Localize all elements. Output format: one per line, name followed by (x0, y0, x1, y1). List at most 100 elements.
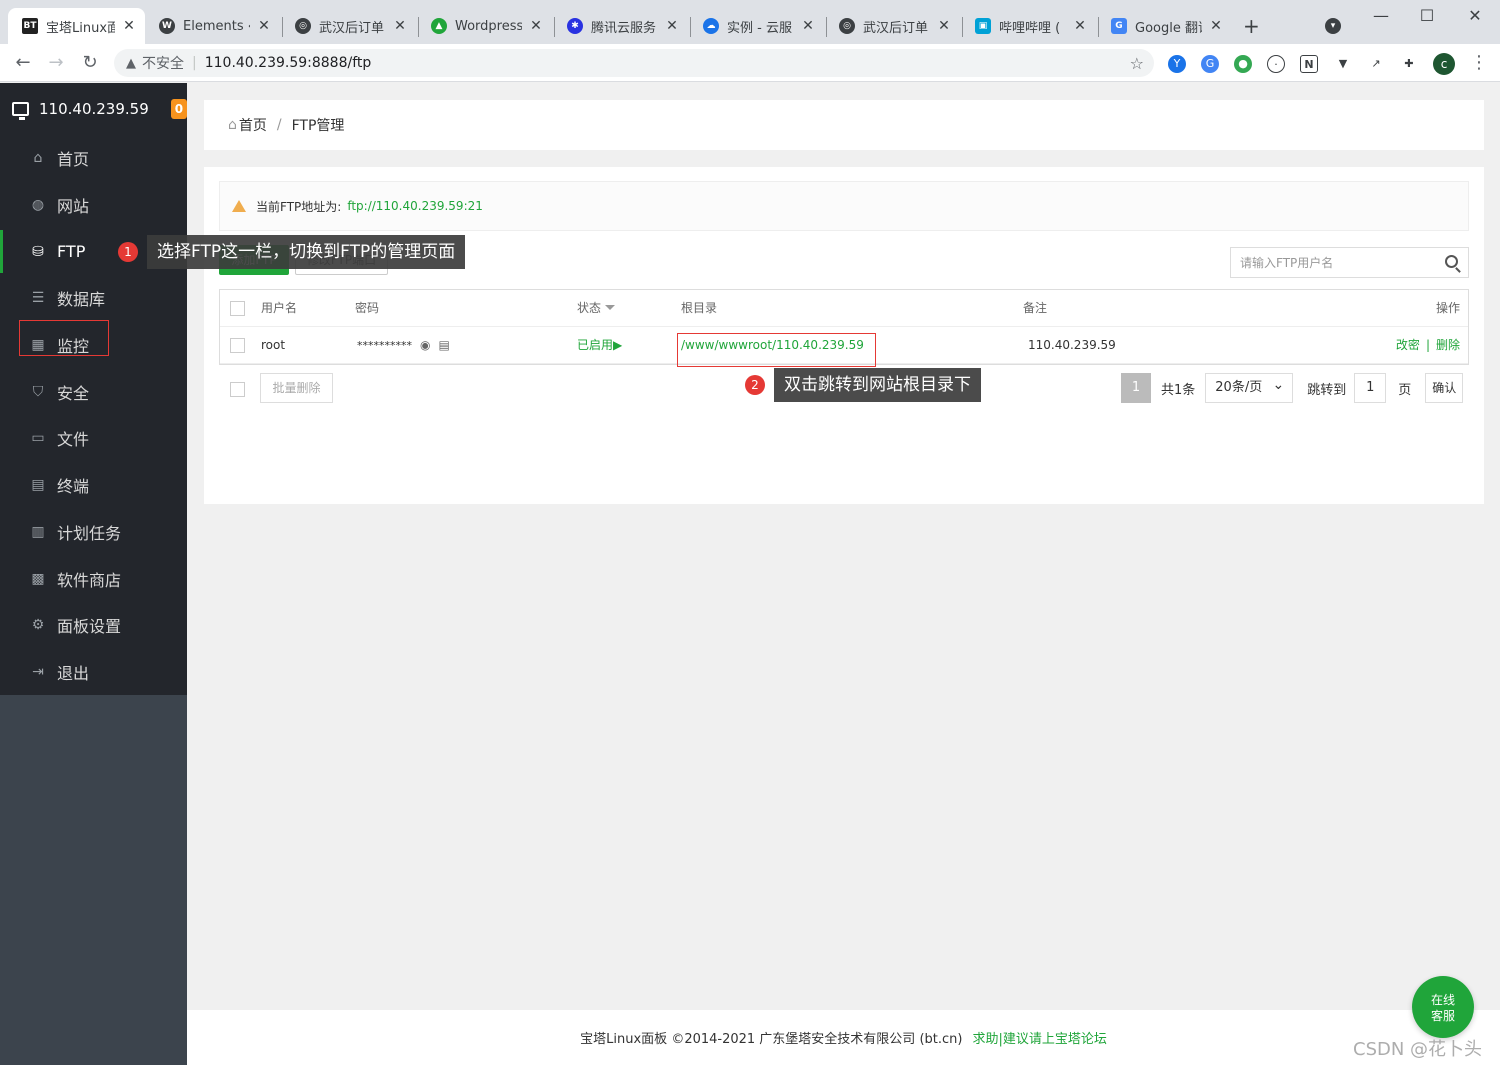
tab-elements[interactable]: W Elements ‹ ✕ (145, 8, 280, 44)
close-icon[interactable]: ✕ (800, 18, 816, 34)
ftp-table: 用户名 密码 状态 根目录 备注 操作 root ********** ◉ ▤ 已启… (219, 289, 1469, 367)
globe-icon: ◎ (295, 18, 311, 34)
forum-help-link[interactable]: 求助|建议请上宝塔论坛 (972, 1028, 1106, 1047)
extension-stats-icon[interactable]: ↗ (1367, 55, 1385, 73)
search-icon[interactable] (1445, 255, 1458, 268)
page-size-select[interactable]: 20条/页 (1205, 371, 1294, 403)
row-status[interactable]: 已启用▶ (577, 327, 622, 364)
close-icon[interactable]: ✕ (256, 18, 272, 34)
close-icon[interactable]: ✕ (1072, 18, 1088, 34)
sidebar-item-label: 计划任务 (57, 523, 122, 543)
close-icon[interactable]: ✕ (664, 18, 680, 34)
annotation-1-number: 1 (118, 242, 138, 262)
notion-icon[interactable]: N (1300, 55, 1318, 73)
sidebar-item-database[interactable]: ☰ 数据库 (0, 275, 187, 322)
gear-icon: ⚙ (31, 617, 45, 634)
extension-globe-icon[interactable]: ● (1234, 55, 1252, 73)
sidebar-item-globe[interactable]: ◍ 网站 (0, 182, 187, 229)
sidebar-item-shield[interactable]: ⛉ 安全 (0, 368, 187, 415)
paw-icon: ✱ (567, 18, 583, 34)
minimize-button[interactable]: — (1358, 6, 1404, 25)
ftp-address-tip: 当前FTP地址为: ftp://110.40.239.59:21 (219, 181, 1469, 231)
sidebar-item-label: 终端 (57, 477, 90, 497)
close-icon[interactable]: ✕ (392, 18, 408, 34)
warning-icon (232, 200, 246, 212)
message-badge[interactable]: 0 (170, 99, 187, 119)
eye-icon[interactable]: ◉ (420, 327, 430, 364)
browser-toolbar: ← → ↻ ▲ 不安全 | 110.40.239.59:8888/ftp ☆ Y… (0, 44, 1500, 82)
annotation-1-text: 选择FTP这一栏，切换到FTP的管理页面 (147, 235, 466, 269)
window-close-button[interactable]: ✕ (1452, 6, 1498, 25)
breadcrumb: ⌂ 首页 / FTP管理 (204, 100, 1484, 150)
table-header: 用户名 密码 状态 根目录 备注 操作 (220, 290, 1468, 327)
page-current[interactable]: 1 (1121, 373, 1151, 403)
col-status[interactable]: 状态 (577, 290, 616, 327)
row-ops: 改密 | 删除 (1396, 327, 1460, 364)
browser-tab-strip: BT 宝塔Linux面 ✕ W Elements ‹ ✕ ◎ 武汉后订单 ✕ ▲… (0, 0, 1500, 44)
tab-wuhan-order-2[interactable]: ◎ 武汉后订单 ✕ (825, 8, 960, 44)
change-password-link[interactable]: 改密 (1396, 338, 1420, 352)
cloud-icon: ☁ (703, 18, 719, 34)
sidebar-item-apps[interactable]: ▩ 软件商店 (0, 555, 187, 602)
jump-confirm-button[interactable]: 确认 (1425, 373, 1464, 403)
breadcrumb-home[interactable]: 首页 (239, 115, 267, 135)
chat-line2: 客服 (1430, 1009, 1455, 1023)
online-service-button[interactable]: 在线 客服 (1412, 976, 1474, 1038)
reload-icon[interactable]: ↻ (78, 52, 102, 73)
address-bar[interactable]: ▲ 不安全 | 110.40.239.59:8888/ftp ☆ (114, 49, 1154, 77)
select-all-checkbox[interactable] (230, 301, 245, 316)
monitor-icon (12, 102, 29, 120)
close-icon[interactable]: ✕ (121, 18, 137, 34)
batch-delete-button[interactable]: 批量删除 (260, 373, 333, 403)
sidebar-item-logout[interactable]: ⇥ 退出 (0, 649, 187, 696)
row-note[interactable]: 110.40.239.59 (1028, 327, 1116, 364)
tab-bt-panel[interactable]: BT 宝塔Linux面 ✕ (8, 8, 145, 44)
tab-wordpress[interactable]: ▲ Wordpress ✕ (417, 8, 552, 44)
maximize-button[interactable]: ☐ (1404, 6, 1450, 25)
page-unit: 页 (1398, 382, 1412, 398)
divider: | (192, 55, 197, 71)
more-menu-icon[interactable]: ⋮ (1470, 52, 1488, 73)
batch-checkbox[interactable] (230, 382, 245, 397)
jump-input[interactable]: 1 (1354, 373, 1387, 403)
extension-vue-icon[interactable]: ▼ (1334, 55, 1352, 73)
sidebar-item-label: 数据库 (57, 290, 106, 310)
delete-link[interactable]: 删除 (1436, 338, 1460, 352)
row-checkbox[interactable] (230, 338, 245, 353)
extension-v-icon[interactable]: Y (1168, 55, 1186, 73)
extension-g-icon[interactable]: G (1201, 55, 1219, 73)
bookmark-star-icon[interactable]: ☆ (1130, 54, 1144, 73)
extension-code-icon[interactable]: · (1267, 55, 1285, 73)
profile-avatar[interactable]: c (1433, 53, 1455, 75)
globe-icon: ◎ (839, 18, 855, 34)
sidebar-item-terminal[interactable]: ▤ 终端 (0, 462, 187, 509)
tab-search-icon[interactable]: ▾ (1325, 18, 1341, 34)
sidebar-item-home[interactable]: ⌂ 首页 (0, 135, 187, 182)
ftp-url[interactable]: ftp://110.40.239.59:21 (347, 199, 483, 213)
back-arrow-icon[interactable]: ← (11, 52, 35, 73)
close-icon[interactable]: ✕ (528, 18, 544, 34)
sidebar-item-calendar[interactable]: ▥ 计划任务 (0, 509, 187, 556)
apps-icon: ▩ (31, 570, 45, 587)
close-icon[interactable]: ✕ (936, 18, 952, 34)
sidebar-item-label: 软件商店 (57, 570, 122, 590)
col-username: 用户名 (261, 301, 298, 315)
bilibili-icon: ▣ (975, 18, 991, 34)
tab-google-translate[interactable]: G Google 翻译 ✕ (1097, 8, 1232, 44)
forward-arrow-icon[interactable]: → (44, 52, 68, 73)
search-input[interactable] (1240, 255, 1430, 270)
pagination: 1 共1条 20条/页 跳转到 1 页 确认 (1121, 371, 1464, 403)
puzzle-icon[interactable]: ✚ (1400, 55, 1418, 73)
sidebar-item-folder[interactable]: ▭ 文件 (0, 415, 187, 462)
tab-tencent-cloud[interactable]: ✱ 腾讯云服务 ✕ (553, 8, 688, 44)
col-password: 密码 (355, 301, 380, 315)
tab-bilibili[interactable]: ▣ 哔哩哔哩 ( ✕ (961, 8, 1096, 44)
tab-instance[interactable]: ☁ 实例 - 云服 ✕ (689, 8, 824, 44)
tab-wuhan-order[interactable]: ◎ 武汉后订单 ✕ (281, 8, 416, 44)
close-icon[interactable]: ✕ (1208, 18, 1224, 34)
new-tab-button[interactable]: + (1243, 14, 1260, 38)
sidebar-item-label: FTP (57, 242, 86, 262)
copy-icon[interactable]: ▤ (438, 327, 449, 364)
annotation-2-number: 2 (745, 375, 765, 395)
sidebar-item-gear[interactable]: ⚙ 面板设置 (0, 602, 187, 649)
